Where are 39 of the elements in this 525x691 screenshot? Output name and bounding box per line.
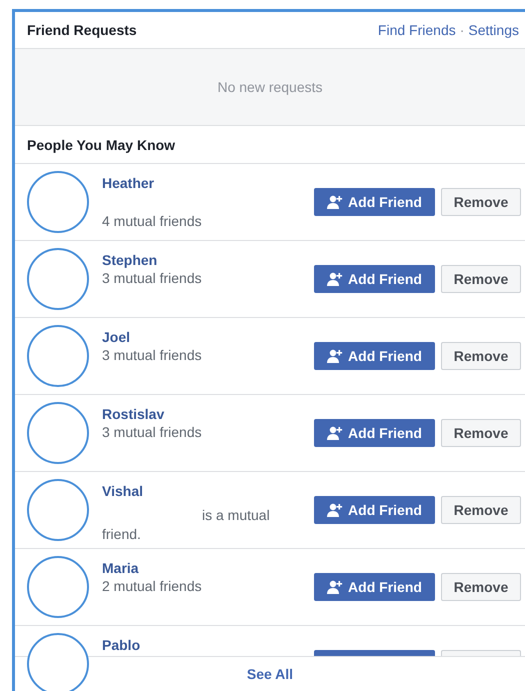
person-name[interactable]: Rostislav xyxy=(102,405,314,423)
section-title: People You May Know xyxy=(27,136,176,152)
add-friend-button[interactable]: Add Friend xyxy=(314,265,435,293)
person-name[interactable]: Maria xyxy=(102,559,314,577)
see-all-link[interactable]: See All xyxy=(246,666,294,682)
mutual-friends-text: 4 mutual friends xyxy=(102,212,203,231)
person-name[interactable]: Joel xyxy=(102,328,314,346)
person-name[interactable]: Vishal xyxy=(102,482,314,500)
add-friend-button[interactable]: Add Friend xyxy=(314,342,435,370)
remove-button[interactable]: Remove xyxy=(441,188,521,216)
mutual-friends-text: 3 mutual friends xyxy=(102,423,203,442)
mutual-friends-text: is a mutual friend. xyxy=(102,506,271,544)
person-name[interactable]: Pablo xyxy=(102,636,314,654)
add-person-icon xyxy=(327,580,344,594)
separator-dot: · xyxy=(460,22,464,38)
remove-button[interactable]: Remove xyxy=(441,419,521,447)
add-person-icon xyxy=(327,503,344,517)
person-name[interactable]: Heather xyxy=(102,174,314,192)
add-friend-button[interactable]: Add Friend xyxy=(314,188,435,216)
remove-button[interactable]: Remove xyxy=(441,496,521,524)
add-person-icon xyxy=(327,195,344,209)
remove-button[interactable]: Remove xyxy=(441,342,521,370)
add-friend-button[interactable]: Add Friend xyxy=(314,573,435,601)
mutual-friends-text: 3 mutual friends xyxy=(102,269,203,288)
person-name[interactable]: Stephen xyxy=(102,251,314,269)
empty-message: No new requests xyxy=(217,79,323,95)
section-title: Friend Requests xyxy=(27,22,137,38)
add-friend-button[interactable]: Add Friend xyxy=(314,496,435,524)
remove-button[interactable]: Remove xyxy=(441,265,521,293)
header-link[interactable]: Settings xyxy=(468,22,519,38)
mutual-friends-text: 2 mutual friends xyxy=(102,577,203,596)
avatar[interactable] xyxy=(27,633,89,691)
add-person-icon xyxy=(327,349,344,363)
add-person-icon xyxy=(327,272,344,286)
remove-button[interactable]: Remove xyxy=(441,573,521,601)
add-person-icon xyxy=(327,426,344,440)
header-link[interactable]: Find Friends xyxy=(378,22,456,38)
add-friend-button[interactable]: Add Friend xyxy=(314,419,435,447)
mutual-friends-text: 3 mutual friends xyxy=(102,346,203,365)
